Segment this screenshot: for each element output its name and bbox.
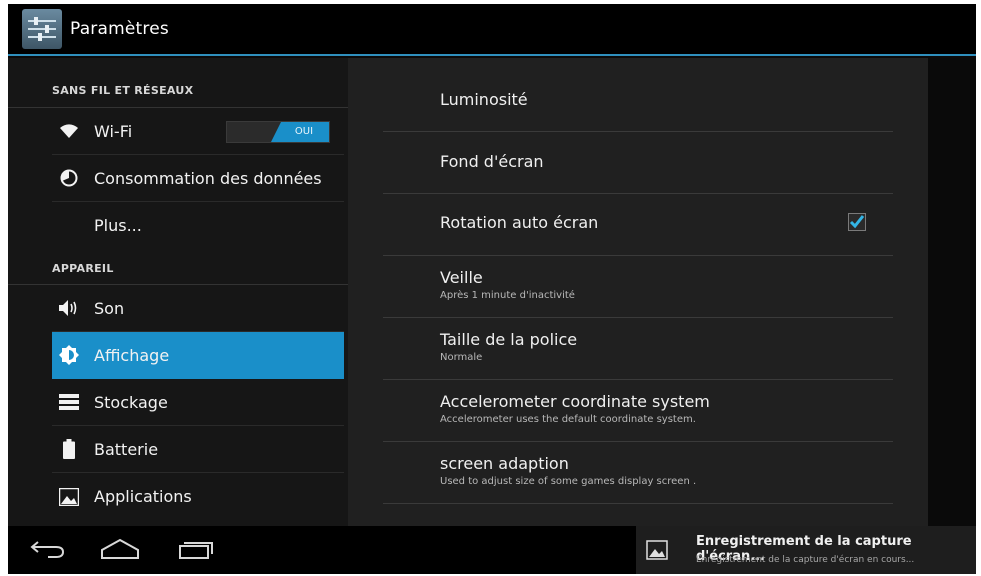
data-usage-icon bbox=[58, 167, 80, 189]
pref-title: Rotation auto écran bbox=[440, 213, 599, 232]
home-icon[interactable] bbox=[100, 538, 140, 564]
sidebar-item-sound[interactable]: Son bbox=[52, 285, 344, 332]
wifi-toggle-on-label: OUI bbox=[271, 122, 329, 142]
sidebar-item-data-usage[interactable]: Consommation des données bbox=[52, 155, 344, 202]
pref-summary: Après 1 minute d'inactivité bbox=[440, 290, 575, 301]
sidebar-item-storage[interactable]: Stockage bbox=[52, 379, 344, 426]
notification-text: Enregistrement de la capture d'écran en … bbox=[696, 555, 915, 565]
pref-title: Taille de la police bbox=[440, 330, 578, 349]
tablet-screen: Paramètres SANS FIL ET RÉSEAUX Wi-Fi OUI bbox=[8, 4, 976, 574]
sidebar-item-label: Affichage bbox=[94, 345, 170, 365]
sidebar-item-battery[interactable]: Batterie bbox=[52, 426, 344, 473]
wifi-icon bbox=[58, 120, 80, 142]
sidebar-item-more[interactable]: Plus... bbox=[52, 202, 344, 249]
auto-rotate-checkbox[interactable] bbox=[848, 213, 866, 231]
action-bar: Paramètres bbox=[8, 4, 976, 56]
sidebar-item-label: Wi-Fi bbox=[94, 121, 133, 141]
display-settings-pane: Luminosité Fond d'écran Rotation auto éc… bbox=[348, 58, 928, 526]
sidebar-item-label: Applications bbox=[94, 487, 192, 506]
speaker-icon bbox=[58, 297, 80, 319]
sidebar-item-label: Son bbox=[94, 298, 125, 318]
battery-icon bbox=[58, 438, 80, 460]
screenshot-notification[interactable]: Enregistrement de la capture d'écran... … bbox=[636, 526, 976, 574]
section-header-device: APPAREIL bbox=[8, 249, 348, 285]
sidebar-item-applications[interactable]: Applications bbox=[52, 473, 344, 520]
pref-summary: Used to adjust size of some games displa… bbox=[440, 476, 697, 487]
sidebar-item-label: Batterie bbox=[94, 439, 159, 459]
sidebar-item-wifi[interactable]: Wi-Fi OUI bbox=[52, 108, 344, 155]
sidebar-item-label: Plus... bbox=[94, 216, 142, 235]
pref-title: Accelerometer coordinate system bbox=[440, 392, 710, 411]
page-title: Paramètres bbox=[70, 19, 169, 39]
image-icon bbox=[646, 540, 668, 560]
section-header-wireless: SANS FIL ET RÉSEAUX bbox=[8, 74, 348, 108]
sidebar-item-display[interactable]: Affichage bbox=[52, 332, 344, 379]
pref-wallpaper[interactable]: Fond d'écran bbox=[383, 132, 893, 194]
pref-summary: Accelerometer uses the default coordinat… bbox=[440, 414, 696, 425]
check-icon bbox=[849, 215, 865, 229]
sidebar-item-label: Stockage bbox=[94, 392, 168, 412]
pref-title: Veille bbox=[440, 268, 483, 287]
settings-categories: SANS FIL ET RÉSEAUX Wi-Fi OUI Consommati… bbox=[8, 58, 348, 526]
settings-sliders-icon[interactable] bbox=[22, 9, 62, 49]
wifi-toggle[interactable]: OUI bbox=[226, 121, 330, 143]
pref-title: screen adaption bbox=[440, 454, 569, 473]
pref-title: Fond d'écran bbox=[440, 152, 544, 171]
recent-apps-icon[interactable] bbox=[178, 538, 214, 564]
brightness-icon bbox=[58, 344, 80, 366]
back-icon[interactable] bbox=[30, 538, 66, 564]
pref-title: Luminosité bbox=[440, 90, 528, 109]
pref-brightness[interactable]: Luminosité bbox=[383, 70, 893, 132]
apps-icon bbox=[58, 486, 80, 508]
sidebar-item-label: Consommation des données bbox=[94, 168, 322, 188]
pref-auto-rotate[interactable]: Rotation auto écran bbox=[383, 194, 893, 256]
pref-screen-adaption[interactable]: screen adaption Used to adjust size of s… bbox=[383, 442, 893, 504]
pref-summary: Normale bbox=[440, 352, 483, 363]
storage-icon bbox=[58, 391, 80, 413]
pref-accelerometer[interactable]: Accelerometer coordinate system Accelero… bbox=[383, 380, 893, 442]
pref-sleep[interactable]: Veille Après 1 minute d'inactivité bbox=[383, 256, 893, 318]
pref-font-size[interactable]: Taille de la police Normale bbox=[383, 318, 893, 380]
